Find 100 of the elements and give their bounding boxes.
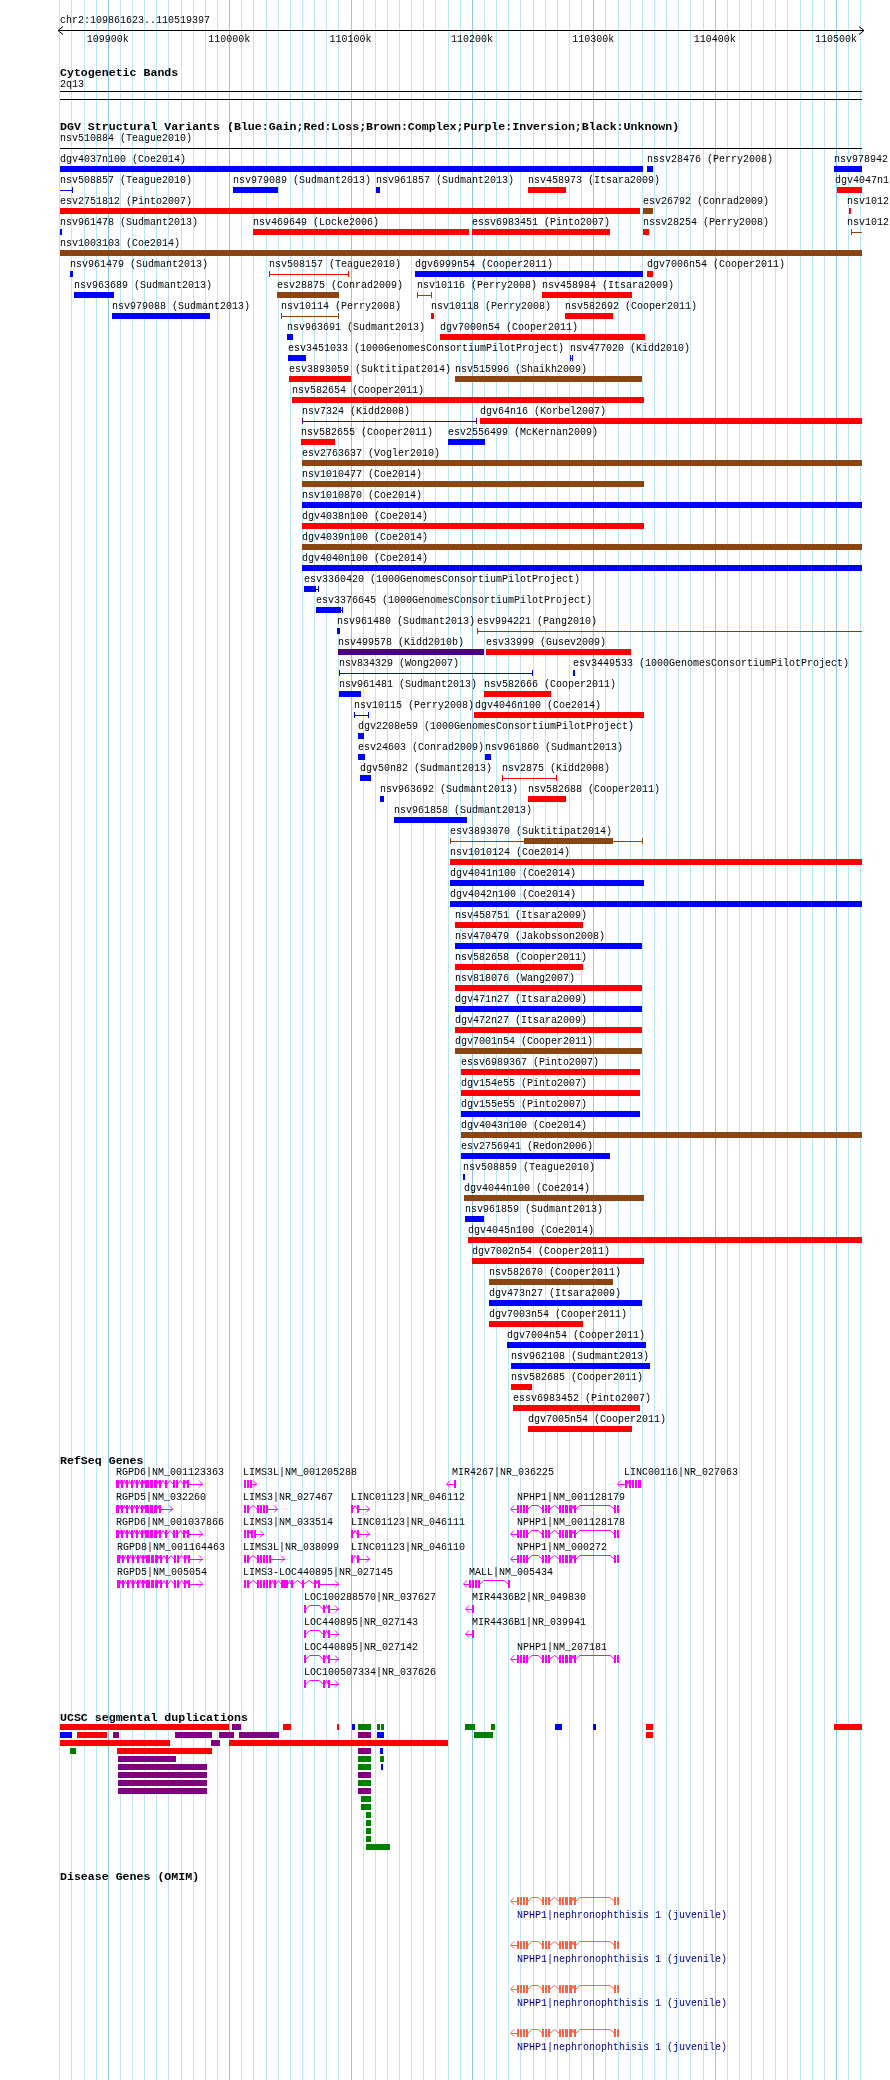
- variant-label: nsv515996 (Shaikh2009): [455, 365, 588, 375]
- variant-label: esv3449533 (1000GenomesConsortiumPilotProject): [573, 659, 850, 669]
- variant-label: nsv470479 (Jakobsson2008): [455, 932, 606, 942]
- variant-label: dgv7005n54 (Cooper2011): [528, 1415, 667, 1425]
- variant-label: dgv7006n54 (Cooper2011): [647, 260, 786, 270]
- variant-label: nsv961859 (Sudmant2013): [465, 1205, 604, 1215]
- variant-label: essv6983452 (Pinto2007): [513, 1394, 652, 1404]
- variant-label: nsv961481 (Sudmant2013): [339, 680, 478, 690]
- variant-label: esv28875 (Conrad2009): [277, 281, 404, 291]
- variant-label: dgv6999n54 (Cooper2011): [415, 260, 554, 270]
- tick-label: 110200k: [450, 35, 493, 45]
- variant-label: nsv978942: [834, 155, 888, 165]
- tick-label: 110500k: [815, 35, 857, 45]
- variant-label: nsv961478 (Sudmant2013): [60, 218, 199, 228]
- variant-label: nsv582655 (Cooper2011): [301, 428, 434, 438]
- variant-label: nsv1010477 (Coe2014): [302, 470, 423, 480]
- gene-label: MALL|NM_005434: [469, 1568, 553, 1578]
- variant-label: dgv4046n100 (Coe2014): [475, 701, 602, 711]
- variant-label: nsv1012: [847, 218, 889, 228]
- tick-label: 110300k: [572, 35, 615, 45]
- variant-label: dgv50n82 (Sudmant2013): [360, 764, 493, 774]
- tick-label: 110400k: [693, 35, 736, 45]
- variant-label: essv6983451 (Pinto2007): [472, 218, 611, 228]
- gene-label: RGPD6|NM_001123363: [116, 1468, 225, 1478]
- variant-label: esv2763637 (Vogler2010): [302, 449, 441, 459]
- gene-label: LIMS3L|NM_001205288: [243, 1468, 358, 1478]
- variant-label: dgv2208e59 (1000GenomesConsortiumPilotProject): [358, 722, 635, 732]
- variant-label: dgv4044n100 (Coe2014): [464, 1184, 591, 1194]
- variant-label: nsv963692 (Sudmant2013): [380, 785, 519, 795]
- disease-gene-label: NPHP1|nephronophthisis 1 (juvenile): [517, 2043, 728, 2053]
- variant-label: nsv963691 (Sudmant2013): [287, 323, 426, 333]
- variant-label: nsv1003103 (Coe2014): [60, 239, 181, 249]
- region-label: chr2:109861623..110519397: [60, 16, 211, 26]
- variant-label: nsv508859 (Teague2010): [463, 1163, 596, 1173]
- gene-label: LINC01123|NR_046110: [351, 1543, 466, 1553]
- variant-label: nsv834329 (Wong2007): [339, 659, 460, 669]
- variant-label: dgv471n27 (Itsara2009): [455, 995, 588, 1005]
- variant-label: esv2751812 (Pinto2007): [60, 197, 193, 207]
- variant-label: nsv961480 (Sudmant2013): [337, 617, 476, 627]
- disease-gene-label: NPHP1|nephronophthisis 1 (juvenile): [517, 1911, 728, 1921]
- variant-label: dgv4042n100 (Coe2014): [450, 890, 577, 900]
- tick-label: 109900k: [86, 35, 129, 45]
- variant-label: esv2556499 (McKernan2009): [448, 428, 599, 438]
- variant-label: dgv7000n54 (Cooper2011): [440, 323, 579, 333]
- variant-label: nsv10118 (Perry2008): [431, 302, 552, 312]
- gene-label: LOC100507334|NR_037626: [304, 1668, 437, 1678]
- variant-label: dgv4045n100 (Coe2014): [468, 1226, 595, 1236]
- variant-label: nsv961858 (Sudmant2013): [394, 806, 533, 816]
- gene-label: MIR4436B2|NR_049830: [472, 1593, 587, 1603]
- variant-label: nsv961860 (Sudmant2013): [485, 743, 624, 753]
- variant-label: nsv979089 (Sudmant2013): [233, 176, 372, 186]
- gene-label: RGPD6|NM_001037866: [116, 1518, 225, 1528]
- variant-label: dgv473n27 (Itsara2009): [489, 1289, 622, 1299]
- gene-label: RGPD5|NM_005054: [117, 1568, 207, 1578]
- variant-label: nsv477020 (Kidd2010): [570, 344, 691, 354]
- gene-label: LIMS3-LOC440895|NR_027145: [243, 1568, 394, 1578]
- variant-label: essv6989367 (Pinto2007): [461, 1058, 600, 1068]
- variant-label: nsv582692 (Cooper2011): [565, 302, 698, 312]
- gene-label: NPHP1|NM_000272: [517, 1543, 607, 1553]
- variant-label: nsv508857 (Teague2010): [60, 176, 193, 186]
- gene-label: MIR4267|NR_036225: [452, 1468, 555, 1478]
- gene-label: LINC01123|NR_046112: [351, 1493, 466, 1503]
- variant-label: nsv10115 (Perry2008): [354, 701, 475, 711]
- disease-gene-label: NPHP1|nephronophthisis 1 (juvenile): [517, 1999, 728, 2009]
- variant-label: nsv458751 (Itsara2009): [455, 911, 588, 921]
- gene-label: LINC01123|NR_046111: [351, 1518, 466, 1528]
- variant-label: dgv154e55 (Pinto2007): [461, 1079, 588, 1089]
- variant-label: nsv818076 (Wang2007): [455, 974, 576, 984]
- variant-label: nsv458984 (Itsara2009): [542, 281, 675, 291]
- variant-label: esv2756941 (Redon2006): [461, 1142, 594, 1152]
- track-title: Cytogenetic Bands: [60, 67, 179, 79]
- variant-label: esv33999 (Gusev2009): [486, 638, 607, 648]
- track-title: UCSC segmental duplications: [60, 1712, 248, 1724]
- disease-gene-label: NPHP1|nephronophthisis 1 (juvenile): [517, 1955, 728, 1965]
- variant-label: dgv7001n54 (Cooper2011): [455, 1037, 594, 1047]
- track-title: RefSeq Genes: [60, 1455, 144, 1467]
- variant-label: dgv64n16 (Korbel2007): [480, 407, 607, 417]
- variant-label: nssv28254 (Perry2008): [643, 218, 770, 228]
- variant-label: nsv458973 (Itsara2009): [528, 176, 661, 186]
- gene-label: LOC100288570|NR_037627: [304, 1593, 437, 1603]
- band-label: 2q13: [60, 80, 84, 90]
- gene-label: LOC440895|NR_027143: [304, 1618, 419, 1628]
- variant-label: nsv469649 (Locke2006): [253, 218, 380, 228]
- variant-label: dgv4041n100 (Coe2014): [450, 869, 577, 879]
- tick-label: 110100k: [329, 35, 372, 45]
- gene-label: RGPD8|NM_001164463: [117, 1543, 226, 1553]
- track-title: Disease Genes (OMIM): [60, 1871, 200, 1883]
- gene-label: LIMS3|NM_033514: [243, 1518, 333, 1528]
- variant-label: nsv582685 (Cooper2011): [511, 1373, 644, 1383]
- variant-label: esv26792 (Conrad2009): [643, 197, 770, 207]
- variant-label: esv3451033 (1000GenomesConsortiumPilotProject): [288, 344, 565, 354]
- variant-label: esv3893070 (Suktitipat2014): [450, 827, 613, 837]
- variant-label: nsv962108 (Sudmant2013): [511, 1352, 650, 1362]
- gene-label: NPHP1|NM_001128178: [517, 1518, 626, 1528]
- variant-label: nsv10116 (Perry2008): [417, 281, 538, 291]
- variant-label: dgv7003n54 (Cooper2011): [489, 1310, 628, 1320]
- variant-label: dgv4039n100 (Coe2014): [302, 533, 429, 543]
- variant-label: esv3376645 (1000GenomesConsortiumPilotProject): [316, 596, 593, 606]
- variant-label: dgv4047n1: [835, 176, 889, 186]
- variant-label: nsv979088 (Sudmant2013): [112, 302, 251, 312]
